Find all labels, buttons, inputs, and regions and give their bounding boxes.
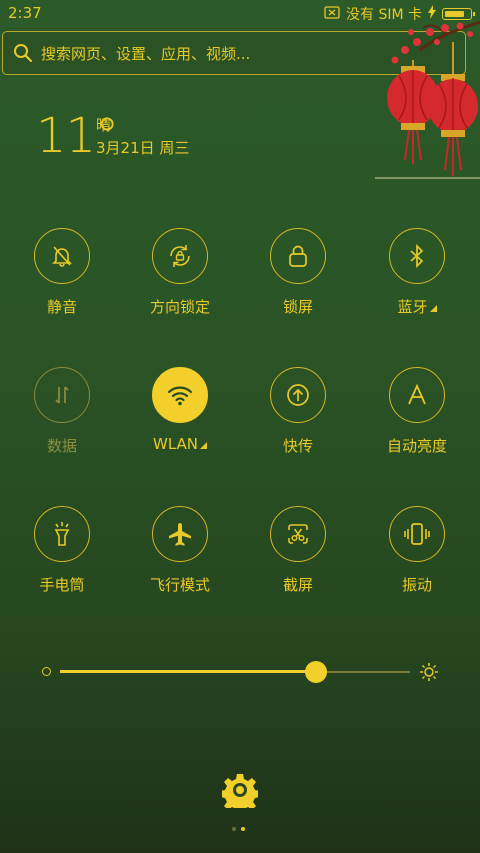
vibrate-icon[interactable] [389, 506, 445, 562]
wifi-icon[interactable] [152, 367, 208, 423]
toggle-upload-circle[interactable]: 快传 [243, 367, 353, 456]
toggle-label: WLAN [125, 435, 235, 453]
toggle-label: 截屏 [243, 574, 353, 595]
page-indicator [232, 827, 245, 831]
settings-gear-icon[interactable] [220, 772, 260, 814]
toggle-label-text: 手电筒 [39, 576, 85, 594]
toggle-label-text: 快传 [282, 437, 313, 455]
toggle-screenshot-scissors[interactable]: 截屏 [243, 506, 353, 595]
brightness-high-icon [420, 663, 438, 685]
toggle-label-text: 锁屏 [282, 298, 313, 316]
toggle-data-arrows[interactable]: 数据 [7, 367, 117, 456]
page-dot [232, 827, 236, 831]
brightness-slider[interactable] [40, 660, 440, 684]
toggle-flashlight[interactable]: 手电筒 [7, 506, 117, 595]
page-dot-active [241, 827, 245, 831]
weather-condition: 晴 [96, 116, 112, 134]
toggle-bluetooth[interactable]: 蓝牙 [362, 228, 472, 317]
data-arrows-icon[interactable] [34, 367, 90, 423]
flashlight-icon[interactable] [34, 506, 90, 562]
expand-arrow-icon [429, 305, 437, 312]
toggle-bell-off[interactable]: 静音 [7, 228, 117, 317]
clock: 2:37 [8, 4, 42, 22]
toggle-vibrate[interactable]: 振动 [362, 506, 472, 595]
airplane-icon[interactable] [152, 506, 208, 562]
battery-icon [442, 8, 475, 20]
toggle-label: 锁屏 [243, 296, 353, 317]
toggle-label-text: 振动 [401, 576, 432, 594]
upload-circle-icon[interactable] [270, 367, 326, 423]
toggle-label-text: WLAN [152, 435, 198, 453]
search-icon [13, 43, 33, 67]
toggle-label-text: 飞行模式 [149, 576, 210, 594]
date-text: 3月21日 周三 [96, 139, 190, 157]
bell-off-icon[interactable] [34, 228, 90, 284]
toggle-airplane[interactable]: 飞行模式 [125, 506, 235, 595]
toggle-label-text: 静音 [46, 298, 77, 316]
no-sim-icon [324, 5, 340, 23]
toggle-label: 飞行模式 [125, 574, 235, 595]
toggle-label-text: 蓝牙 [397, 298, 428, 316]
toggle-label: 方向锁定 [125, 296, 235, 317]
toggle-wifi[interactable]: WLAN [125, 367, 235, 453]
brightness-fill [60, 670, 316, 673]
screenshot-scissors-icon[interactable] [270, 506, 326, 562]
toggle-label-text: 自动亮度 [386, 437, 447, 455]
brightness-low-icon [42, 667, 51, 676]
toggle-label: 自动亮度 [362, 435, 472, 456]
brightness-knob[interactable] [304, 661, 327, 683]
auto-brightness-icon[interactable] [389, 367, 445, 423]
weather-widget[interactable]: 11° 晴 3月21日 周三 [36, 108, 189, 164]
toggle-lock[interactable]: 锁屏 [243, 228, 353, 317]
rotation-lock-icon[interactable] [152, 228, 208, 284]
toggle-label: 手电筒 [7, 574, 117, 595]
expand-arrow-icon [200, 442, 207, 449]
toggle-label: 静音 [7, 296, 117, 317]
toggle-label: 数据 [7, 435, 117, 456]
toggle-label-text: 截屏 [282, 576, 313, 594]
toggle-label-text: 数据 [46, 437, 77, 455]
bluetooth-icon[interactable] [389, 228, 445, 284]
toggle-label: 蓝牙 [362, 296, 472, 317]
lock-icon[interactable] [270, 228, 326, 284]
toggle-auto-brightness[interactable]: 自动亮度 [362, 367, 472, 456]
toggle-label: 快传 [243, 435, 353, 456]
toggle-rotation-lock[interactable]: 方向锁定 [125, 228, 235, 317]
search-placeholder: 搜索网页、设置、应用、视频... [41, 45, 251, 63]
lantern-decoration-icon [375, 20, 480, 184]
toggle-label-text: 方向锁定 [149, 298, 210, 316]
toggle-label: 振动 [362, 574, 472, 595]
